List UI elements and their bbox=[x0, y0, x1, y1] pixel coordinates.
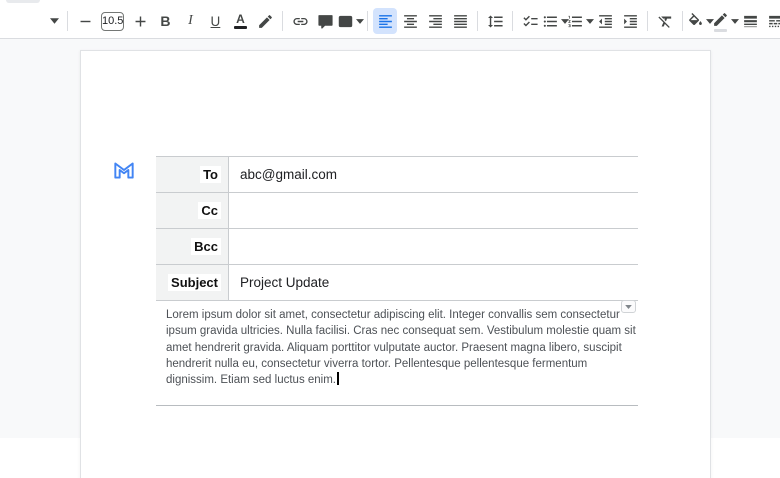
insert-image-button[interactable] bbox=[337, 8, 364, 34]
clear-formatting-button[interactable] bbox=[653, 8, 677, 34]
chevron-down-icon bbox=[49, 18, 59, 24]
add-comment-icon bbox=[317, 13, 334, 30]
subject-input[interactable]: Project Update bbox=[229, 265, 638, 300]
bold-button-icon: B bbox=[160, 13, 171, 29]
align-left-icon bbox=[377, 13, 394, 30]
font-family-dropdown[interactable] bbox=[46, 8, 62, 34]
image-icon bbox=[337, 13, 354, 30]
toolbar-divider bbox=[67, 11, 68, 31]
toolbar-divider bbox=[647, 11, 649, 31]
align-justify-icon bbox=[452, 13, 469, 30]
document-canvas: To abc@gmail.com Cc Bcc Subject Project … bbox=[0, 39, 780, 478]
email-body-content: Lorem ipsum dolor sit amet, consectetur … bbox=[166, 309, 636, 387]
checklist-icon bbox=[522, 13, 539, 30]
decrease-font-size-button[interactable] bbox=[73, 8, 97, 34]
email-draft-bottom-divider bbox=[156, 405, 638, 406]
cc-label-cell: Cc bbox=[156, 193, 229, 228]
text-color-button-icon: A bbox=[236, 11, 245, 26]
border-dash-button[interactable] bbox=[763, 8, 780, 34]
toolbar-divider bbox=[282, 11, 284, 31]
cc-input[interactable] bbox=[229, 193, 638, 228]
to-label-cell: To bbox=[156, 157, 229, 192]
align-center-icon bbox=[402, 13, 419, 30]
border-color-icon bbox=[712, 11, 729, 28]
color-indicator bbox=[713, 28, 727, 32]
line-spacing-button[interactable] bbox=[483, 8, 507, 34]
toolbar-divider bbox=[477, 11, 479, 31]
gmail-icon bbox=[111, 157, 137, 183]
field-row-bcc: Bcc bbox=[156, 229, 638, 265]
line-spacing-icon bbox=[487, 13, 504, 30]
top-strip bbox=[0, 0, 780, 4]
align-justify-button[interactable] bbox=[448, 8, 472, 34]
bcc-label-cell: Bcc bbox=[156, 229, 229, 264]
underline-button-icon: U bbox=[210, 13, 221, 29]
menubar-remnant bbox=[6, 0, 40, 3]
add-comment-button[interactable] bbox=[313, 8, 337, 34]
toolbar-divider bbox=[367, 11, 369, 31]
increase-font-size-button[interactable] bbox=[128, 8, 152, 34]
checklist-button[interactable] bbox=[518, 8, 542, 34]
align-center-button[interactable] bbox=[398, 8, 422, 34]
border-color-button[interactable] bbox=[712, 8, 739, 34]
field-row-to: To abc@gmail.com bbox=[156, 157, 638, 193]
document-page[interactable]: To abc@gmail.com Cc Bcc Subject Project … bbox=[80, 50, 711, 478]
align-right-icon bbox=[427, 13, 444, 30]
numbered-list-icon bbox=[567, 13, 584, 30]
field-row-subject: Subject Project Update bbox=[156, 265, 638, 301]
bulleted-list-button[interactable] bbox=[542, 8, 569, 34]
font-size-input[interactable]: 10.5 bbox=[101, 11, 125, 31]
toolbar-divider bbox=[512, 11, 514, 31]
subject-label: Subject bbox=[168, 274, 221, 291]
email-draft-header-table: To abc@gmail.com Cc Bcc Subject Project … bbox=[156, 156, 638, 301]
field-row-cc: Cc bbox=[156, 193, 638, 229]
decrease-indent-icon bbox=[597, 13, 614, 30]
to-label: To bbox=[200, 166, 221, 183]
align-right-button[interactable] bbox=[423, 8, 447, 34]
clear-formatting-icon bbox=[657, 13, 674, 30]
border-dash-icon bbox=[767, 13, 780, 30]
fill-color-icon bbox=[687, 12, 704, 30]
cc-label: Cc bbox=[198, 202, 221, 219]
highlight-color-button[interactable] bbox=[253, 8, 277, 34]
fill-color-button[interactable] bbox=[687, 8, 714, 34]
italic-button[interactable]: I bbox=[178, 8, 202, 34]
toolbar: 10.5 B I U A bbox=[0, 4, 780, 39]
underline-button[interactable]: U bbox=[203, 8, 227, 34]
link-icon bbox=[292, 13, 309, 30]
toolbar-divider bbox=[682, 11, 684, 31]
email-body-text[interactable]: Lorem ipsum dolor sit amet, consectetur … bbox=[166, 307, 726, 388]
bold-button[interactable]: B bbox=[153, 8, 177, 34]
plus-icon bbox=[132, 13, 149, 30]
decrease-indent-button[interactable] bbox=[593, 8, 617, 34]
bcc-label: Bcc bbox=[191, 238, 221, 255]
align-left-button[interactable] bbox=[373, 8, 398, 34]
minus-icon bbox=[77, 13, 94, 30]
bcc-input[interactable] bbox=[229, 229, 638, 264]
highlighter-icon bbox=[257, 13, 274, 30]
italic-button-icon: I bbox=[188, 13, 193, 28]
insert-link-button[interactable] bbox=[288, 8, 312, 34]
text-cursor bbox=[337, 372, 339, 386]
to-input[interactable]: abc@gmail.com bbox=[229, 157, 638, 192]
border-width-icon bbox=[742, 13, 759, 30]
subject-label-cell: Subject bbox=[156, 265, 229, 300]
chevron-down-icon bbox=[355, 18, 364, 24]
numbered-list-button[interactable] bbox=[567, 8, 594, 34]
color-indicator bbox=[233, 25, 247, 29]
text-color-button[interactable]: A bbox=[228, 8, 252, 34]
increase-indent-icon bbox=[622, 13, 639, 30]
border-width-button[interactable] bbox=[738, 8, 762, 34]
increase-indent-button[interactable] bbox=[618, 8, 642, 34]
bulleted-list-icon bbox=[542, 13, 559, 30]
